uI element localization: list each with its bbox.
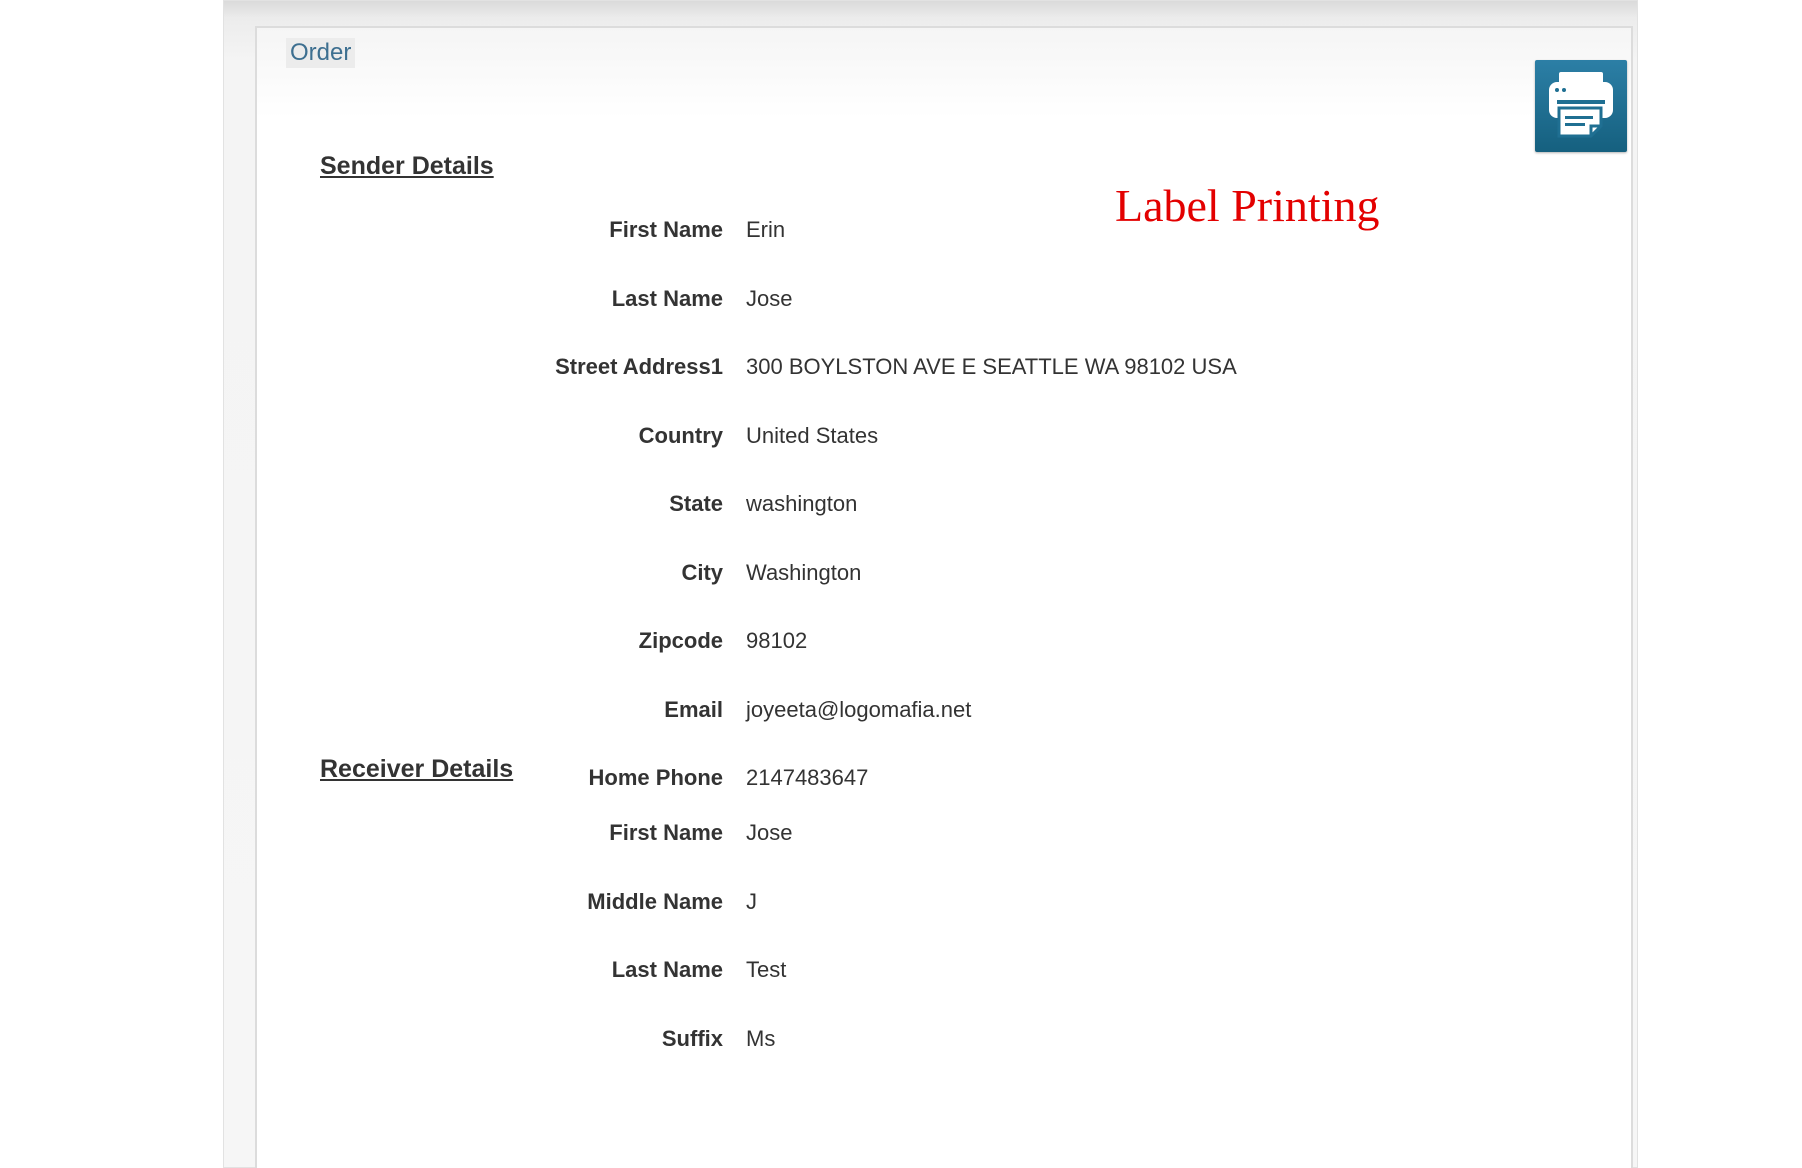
field-label: State xyxy=(669,491,723,516)
detail-row: Suffix Ms xyxy=(257,1024,1257,1054)
order-fieldset: Order Sender Details First Name Erin Last … xyxy=(255,26,1633,1168)
field-value: 300 BOYLSTON AVE E SEATTLE WA 98102 USA xyxy=(746,354,1237,379)
field-value: J xyxy=(746,888,757,914)
detail-row: Email joyeeta@logomafia.net xyxy=(257,695,1257,725)
field-value: joyeeta@logomafia.net xyxy=(746,696,972,722)
field-value: 98102 xyxy=(746,628,808,653)
printer-icon xyxy=(1549,72,1613,138)
field-label: Last Name xyxy=(611,285,723,311)
detail-row: Street Address1 300 BOYLSTON AVE E SEATTL… xyxy=(257,352,1257,382)
label-printing-caption: Label Printing xyxy=(1115,180,1380,231)
field-label: Last Name xyxy=(611,957,723,982)
field-label: Zipcode xyxy=(638,628,723,653)
field-value: 2147483647 xyxy=(746,765,869,790)
field-value: Jose xyxy=(746,285,793,311)
detail-row: First Name Jose xyxy=(257,818,1257,848)
field-label: City xyxy=(681,559,723,585)
detail-row: State washington xyxy=(257,489,1257,519)
order-page: Order Sender Details First Name Erin Last … xyxy=(0,0,1802,1168)
field-value: United States xyxy=(746,422,879,448)
field-value: washington xyxy=(746,491,858,516)
field-label: Middle Name xyxy=(587,888,723,914)
field-label: Street Address1 xyxy=(555,354,723,379)
field-value: Ms xyxy=(746,1025,776,1051)
order-panel: Order Sender Details First Name Erin Last … xyxy=(223,0,1638,1168)
print-label-button[interactable] xyxy=(1535,60,1627,152)
sender-details-heading: Sender Details xyxy=(320,152,494,180)
receiver-details-heading: Receiver Details xyxy=(320,755,514,783)
field-label: Email xyxy=(664,696,723,722)
detail-row: Country United States xyxy=(257,421,1257,451)
field-label: Suffix xyxy=(661,1025,723,1051)
field-label: Country xyxy=(638,422,723,448)
field-label: First Name xyxy=(609,820,723,845)
detail-row: Zipcode 98102 xyxy=(257,626,1257,656)
detail-row: Last Name Test xyxy=(257,955,1257,985)
field-label: Home Phone xyxy=(588,765,723,790)
detail-row: City Washington xyxy=(257,558,1257,588)
field-label: First Name xyxy=(609,217,723,242)
detail-row: First Name Erin xyxy=(257,215,1257,245)
detail-row: Middle Name J xyxy=(257,887,1257,917)
field-value: Washington xyxy=(746,559,862,585)
field-value: Erin xyxy=(746,217,786,242)
order-legend: Order xyxy=(286,38,356,68)
field-value: Jose xyxy=(746,820,793,845)
detail-row: Last Name Jose xyxy=(257,284,1257,314)
field-value: Test xyxy=(746,957,787,982)
